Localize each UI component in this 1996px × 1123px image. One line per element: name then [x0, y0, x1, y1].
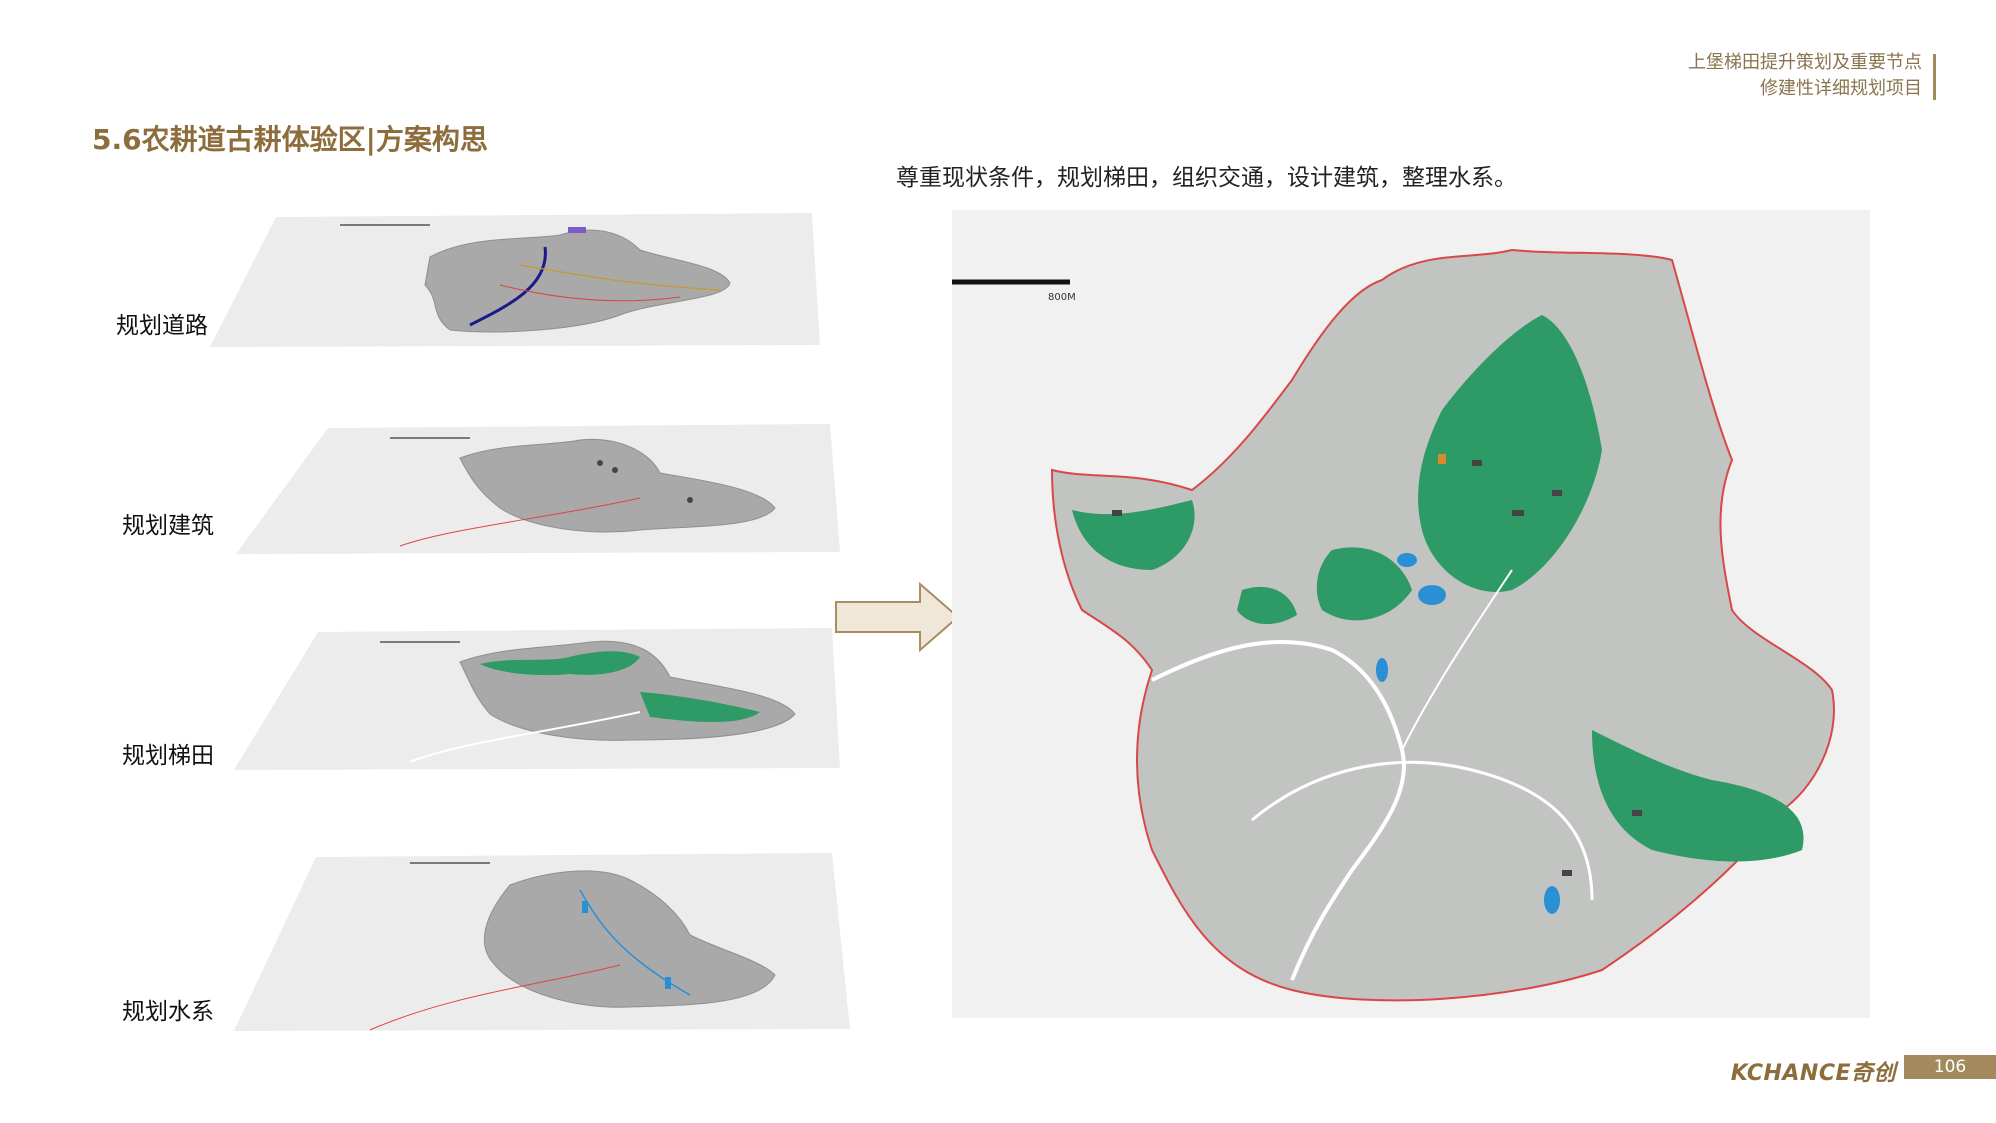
building — [1472, 460, 1482, 466]
arrow-icon — [835, 582, 960, 652]
building — [1512, 510, 1524, 516]
building — [1112, 510, 1122, 516]
page-number: 106 — [1904, 1055, 1996, 1079]
layer-label-buildings: 规划建筑 — [122, 513, 214, 539]
scale-label: 800M — [1048, 292, 1076, 303]
header-divider — [1933, 54, 1936, 100]
building-highlight — [1438, 454, 1446, 464]
project-header: 上堡梯田提升策划及重要节点 修建性详细规划项目 — [1688, 50, 1936, 102]
page-title: 5.6农耕道古耕体验区|方案构思 — [92, 123, 488, 156]
building — [1562, 870, 1572, 876]
building — [1632, 810, 1642, 816]
pond-2 — [1397, 553, 1417, 567]
pond-1 — [1418, 585, 1446, 605]
project-header-line2: 修建性详细规划项目 — [1760, 78, 1922, 99]
brand-logo: KCHANCE奇创 — [1730, 1061, 1896, 1086]
main-plan-map: 800M — [952, 210, 1870, 1018]
pond-3 — [1376, 658, 1388, 682]
layer-map-buildings — [236, 424, 840, 554]
building — [1552, 490, 1562, 496]
layer-map-roads — [210, 213, 820, 347]
subtitle: 尊重现状条件，规划梯田，组织交通，设计建筑，整理水系。 — [896, 165, 1517, 191]
layer-map-water — [234, 853, 850, 1031]
project-header-line1: 上堡梯田提升策划及重要节点 — [1688, 52, 1922, 73]
layer-map-terraces — [234, 628, 840, 770]
layer-label-water: 规划水系 — [122, 999, 214, 1025]
layer-label-roads: 规划道路 — [116, 313, 208, 339]
pond-4 — [1544, 886, 1560, 914]
layer-label-terraces: 规划梯田 — [122, 743, 214, 769]
